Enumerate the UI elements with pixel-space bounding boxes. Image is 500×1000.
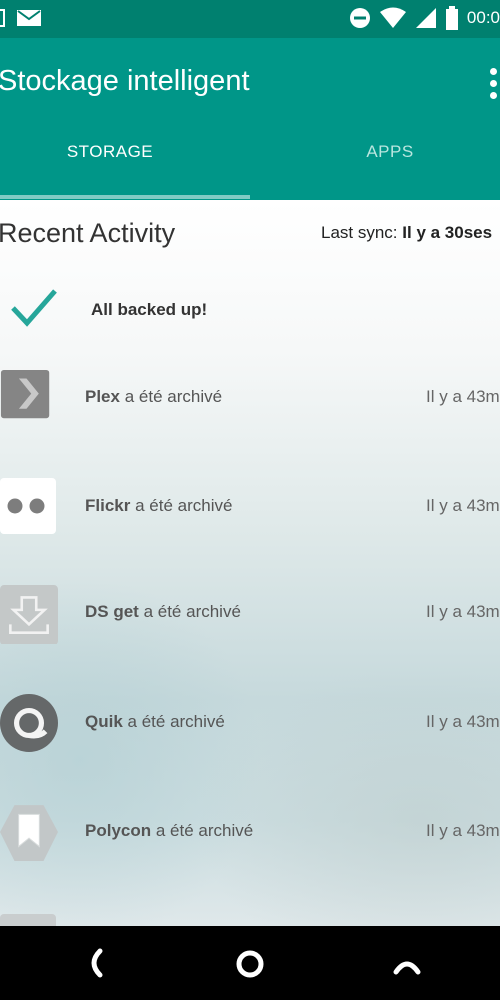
item-app-name: Flickr [85,496,131,515]
item-action: a été archivé [155,821,254,840]
mail-icon [17,10,41,26]
item-action: a été archivé [124,387,223,406]
item-time: Il y a 43m [426,602,500,621]
last-sync: Last sync: Il y a 30ses [321,223,492,243]
last-sync-value: Il y a 30ses [402,223,493,242]
recents-icon[interactable] [392,952,422,976]
last-sync-label: Last sync: [321,223,398,242]
list-item[interactable]: DS get a été archivé Il y a 43m [0,584,500,654]
app-bar: Stockage intelligent STORAGE APPS [0,38,500,200]
item-action: a été archivé [135,496,233,515]
battery-icon [445,6,458,30]
item-app-name: Quik [85,712,123,731]
list-item-partial [0,914,56,926]
backed-up-status: All backed up! [0,286,500,334]
back-icon[interactable] [82,947,106,979]
item-time: Il y a 43m [426,712,500,731]
app-title: Stockage intelligent [0,65,250,97]
do-not-disturb-icon [349,8,370,28]
signal-icon [415,8,436,28]
list-item[interactable]: Quik a été archivé Il y a 43m [0,694,500,764]
item-time: Il y a 43m [426,496,500,515]
list-item[interactable]: Plex a été archivé Il y a 43m [0,369,500,439]
status-bar: 00:0 [0,0,500,38]
status-time: 00:0 [466,8,500,27]
quik-icon [0,694,58,752]
backed-up-text: All backed up! [91,300,208,319]
plex-icon [0,369,50,419]
polycon-icon [0,805,58,861]
item-time: Il y a 43m [426,821,500,840]
image-notification-icon [0,9,5,27]
item-app-name: DS get [85,602,139,621]
check-icon [11,289,57,327]
item-action: a été archivé [127,712,225,731]
item-app-name: Plex [85,387,120,406]
tab-apps[interactable]: APPS [265,142,500,186]
list-item[interactable]: Polycon a été archivé Il y a 43m [0,803,500,873]
overflow-menu-icon[interactable] [488,68,500,108]
flickr-icon [0,478,56,534]
tab-storage[interactable]: STORAGE [0,142,235,186]
wifi-icon [379,7,406,28]
home-icon[interactable] [234,948,266,980]
item-time: Il y a 43m [426,387,500,406]
recent-activity-panel: Recent Activity Last sync: Il y a 30ses … [0,200,500,926]
item-app-name: Polycon [85,821,152,840]
ds-get-icon [0,585,58,644]
list-item[interactable]: Flickr a été archivé Il y a 43m [0,478,500,548]
item-action: a été archivé [143,602,241,621]
tab-indicator [0,195,250,199]
section-title: Recent Activity [0,218,176,248]
navigation-bar [0,926,500,1000]
